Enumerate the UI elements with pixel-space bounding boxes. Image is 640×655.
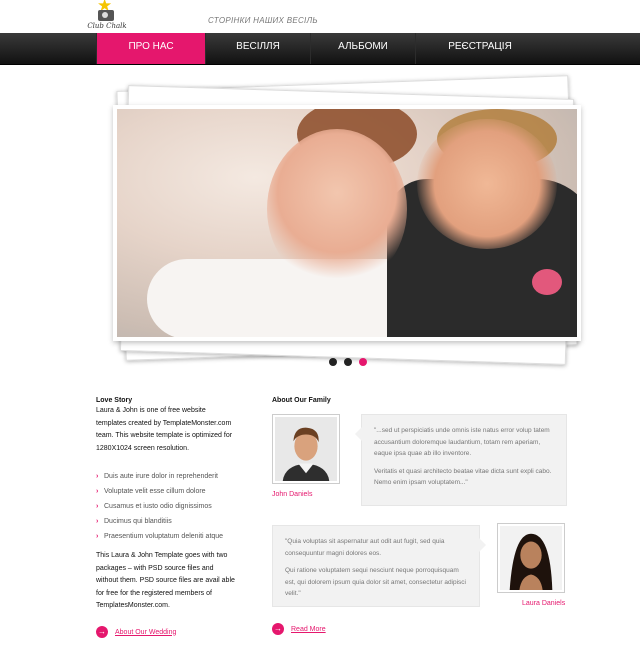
john-portrait (275, 417, 337, 481)
list-item: Voluptate velit esse cillum dolore (96, 484, 256, 499)
nav-item-registration[interactable]: РЕЄСТРАЦІЯ (415, 33, 544, 64)
love-story-list: Duis aute irure dolor in reprehenderit V… (96, 469, 256, 544)
slider-dot-3[interactable] (359, 358, 367, 366)
list-item: Duis aute irure dolor in reprehenderit (96, 469, 256, 484)
family-title: About Our Family (272, 397, 331, 404)
read-more-link-label: Read More (291, 625, 326, 633)
john-quote-text-2: Veritatis et quasi architecto beatae vit… (374, 467, 552, 487)
site-tagline: СТОРІНКИ НАШИХ ВЕСІЛЬ (208, 16, 318, 25)
laura-quote-text-1: "Quia voluptas sit aspernatur aut odit a… (285, 538, 445, 557)
john-avatar (272, 414, 340, 484)
slider-dot-1[interactable] (329, 358, 337, 366)
camera-icon (98, 10, 114, 21)
nav-item-albums[interactable]: АЛЬБОМИ (310, 33, 415, 64)
main-nav: ПРО НАС ВЕСІЛЛЯ АЛЬБОМИ РЕЄСТРАЦІЯ (0, 33, 640, 65)
laura-avatar (497, 523, 565, 593)
read-more-link[interactable]: → Read More (272, 622, 326, 636)
john-name: John Daniels (272, 491, 313, 498)
laura-name: Laura Daniels (522, 600, 566, 607)
arrow-right-icon: → (96, 626, 108, 638)
nav-item-wedding[interactable]: ВЕСІЛЛЯ (205, 33, 310, 64)
about-wedding-link[interactable]: → About Our Wedding (96, 625, 176, 639)
laura-portrait (500, 526, 562, 590)
john-quote-text-1: "...sed ut perspiciatis unde omnis iste … (374, 427, 550, 457)
john-quote: "...sed ut perspiciatis unde omnis iste … (355, 414, 567, 506)
wedding-couple-photo (117, 109, 577, 337)
logo-text: Club Chalk (87, 22, 127, 30)
list-item: Praesentium voluptatum deleniti atque (96, 529, 256, 544)
list-item: Cusamus et iusto odio dignissimos (96, 499, 256, 514)
about-wedding-link-label: About Our Wedding (115, 628, 177, 636)
slider-dot-2[interactable] (344, 358, 352, 366)
list-item: Ducimus qui blanditiis (96, 514, 256, 529)
quote-arrow (355, 427, 362, 441)
arrow-right-icon: → (272, 623, 284, 635)
slider-image[interactable] (113, 105, 581, 341)
laura-quote-text-2: Qui ratione voluptatem sequi nesciunt ne… (285, 567, 467, 597)
laura-quote: "Quia voluptas sit aspernatur aut odit a… (272, 525, 486, 607)
logo[interactable]: ★ Club Chalk (86, 0, 128, 32)
quote-arrow (479, 538, 486, 552)
love-story-intro: Laura & John is one of free website temp… (96, 407, 233, 452)
love-story-title: Love Story (96, 397, 133, 404)
love-story-paragraph: This Laura & John Template goes with two… (96, 552, 235, 609)
nav-item-about[interactable]: ПРО НАС (96, 33, 205, 64)
